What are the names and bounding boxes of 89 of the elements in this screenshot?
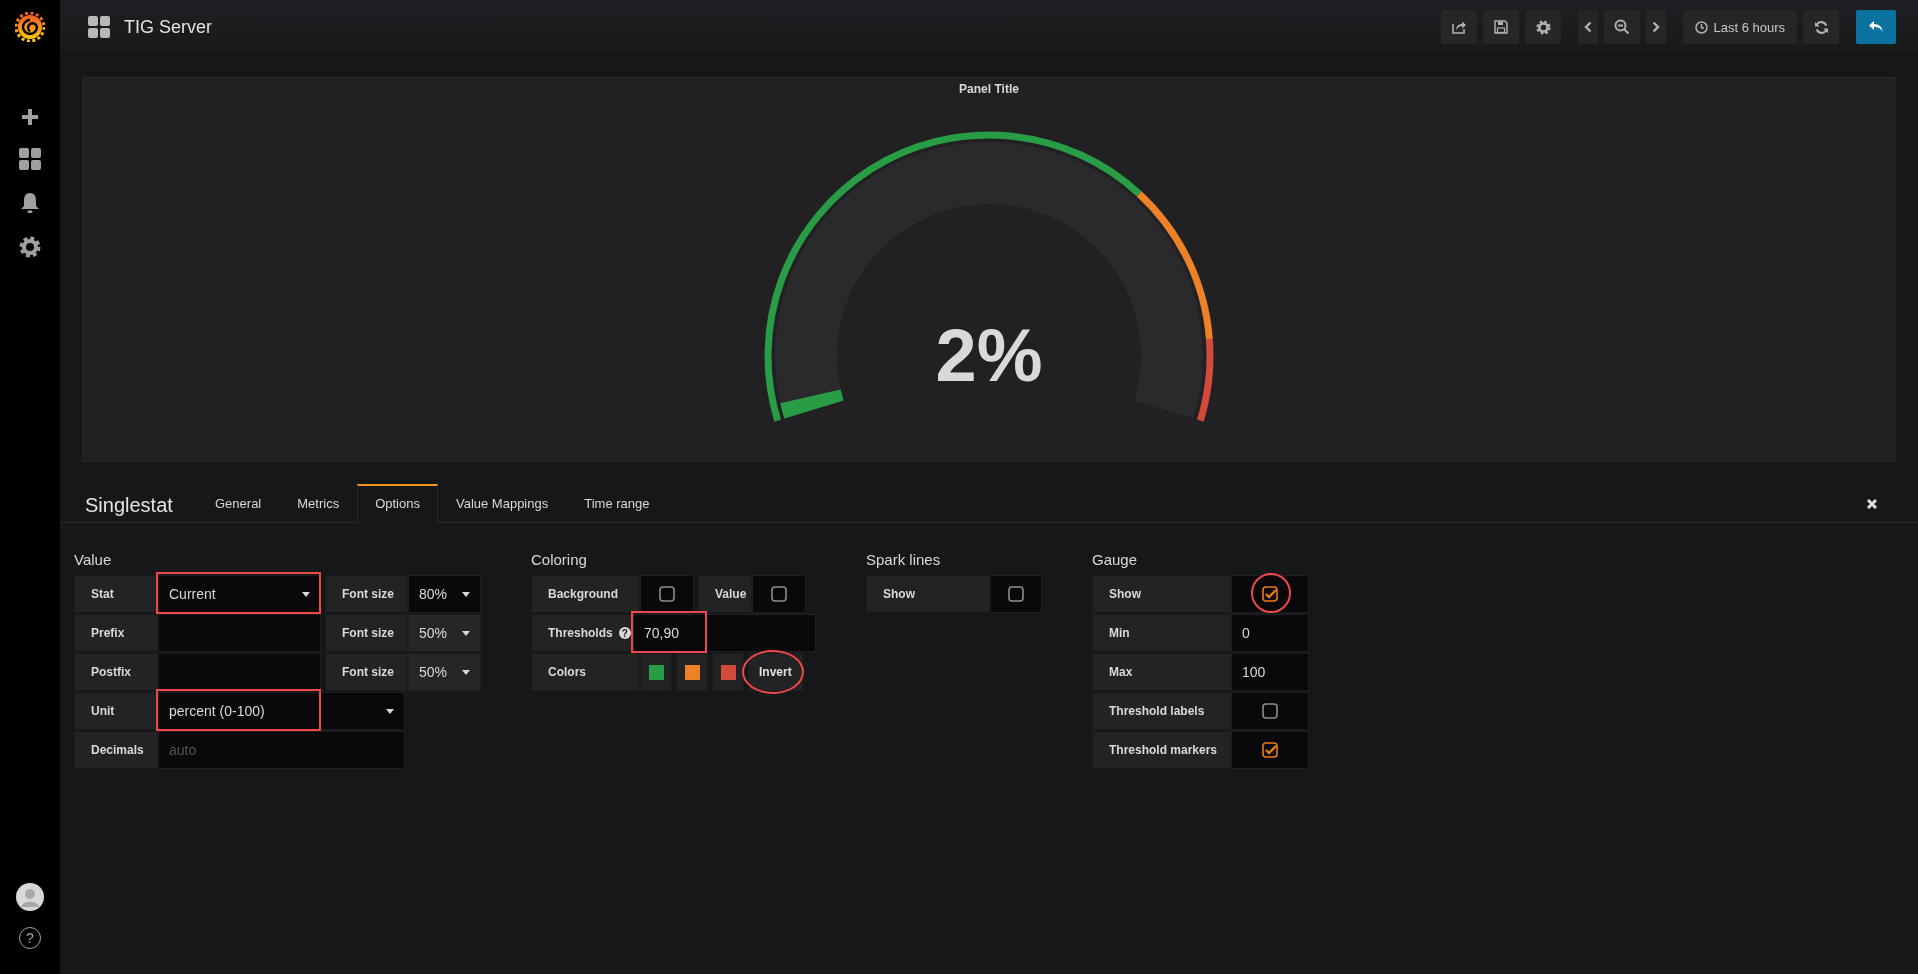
refresh-icon <box>1813 19 1829 35</box>
editor-title: Singlestat <box>85 494 174 517</box>
checkbox-icon[interactable] <box>771 586 787 602</box>
editor-tab[interactable]: Metrics <box>279 484 358 523</box>
color-swatch[interactable] <box>684 664 700 680</box>
input-field[interactable]: auto <box>158 731 405 769</box>
chevron-left-icon <box>1584 21 1593 33</box>
dropdown-field[interactable]: 50% <box>408 614 481 652</box>
field-label: Font size <box>325 575 408 613</box>
checkbox-icon[interactable] <box>1262 703 1278 719</box>
dropdown-field[interactable]: 50% <box>408 653 481 691</box>
field-label: Font size <box>325 653 408 691</box>
caret-icon <box>302 591 310 597</box>
chevron-right-icon <box>1652 21 1661 33</box>
field-label: Threshold markers <box>1092 731 1231 769</box>
color-swatch[interactable] <box>720 664 736 680</box>
input-field[interactable]: 100 <box>1231 653 1309 691</box>
logo-icon[interactable] <box>15 12 45 42</box>
field-label: Background <box>531 575 640 613</box>
section-heading: Spark lines <box>866 551 942 568</box>
editor-tab[interactable]: Options <box>357 484 438 523</box>
checkbox-field[interactable] <box>1231 692 1309 730</box>
section-heading: Coloring <box>531 551 588 568</box>
field-label: Min <box>1092 614 1231 652</box>
back-button[interactable] <box>1856 10 1896 44</box>
input-field[interactable] <box>158 614 321 652</box>
section-heading: Gauge <box>1092 551 1139 568</box>
previous-button[interactable] <box>1578 10 1599 44</box>
clock-icon <box>1695 20 1709 34</box>
checkbox-field[interactable] <box>640 575 694 613</box>
zoom-out-button[interactable] <box>1604 10 1641 44</box>
field-label: Value <box>698 575 752 613</box>
color-swatch[interactable] <box>648 664 664 680</box>
editor-tab[interactable]: Value Mappings <box>437 484 567 523</box>
checkbox-icon[interactable] <box>1262 742 1278 758</box>
settings-button[interactable] <box>1525 10 1562 44</box>
section-heading: Value <box>74 551 113 568</box>
field-label: Show <box>1092 575 1231 613</box>
checkbox-icon[interactable] <box>1262 586 1278 602</box>
field-label: Thresholds <box>548 626 613 640</box>
help-icon[interactable]: ? <box>618 627 631 639</box>
editor-tab[interactable]: Time range <box>566 484 668 523</box>
dashboard-grid-icon <box>88 16 110 38</box>
checkbox-icon[interactable] <box>1008 586 1024 602</box>
close-icon[interactable] <box>1866 497 1878 510</box>
caret-icon <box>462 669 470 675</box>
caret-icon <box>462 591 470 597</box>
field-label: Stat <box>74 575 158 613</box>
field-label: Font size <box>325 614 408 652</box>
panel-title[interactable]: Panel Title <box>959 82 1019 96</box>
editor-tab[interactable]: General <box>197 484 280 523</box>
dropdown-field[interactable]: 80% <box>408 575 481 613</box>
avatar-icon[interactable] <box>16 883 44 911</box>
plus-icon[interactable] <box>21 108 39 126</box>
checkbox-field[interactable] <box>1231 731 1309 769</box>
invert-button[interactable]: Invert <box>748 653 803 691</box>
time-range-button[interactable]: Last 6 hours <box>1683 10 1797 44</box>
field-label: Threshold labels <box>1092 692 1231 730</box>
bell-icon[interactable] <box>20 192 40 214</box>
checkbox-field[interactable] <box>1231 575 1309 613</box>
input-field[interactable]: 70,90 <box>633 614 816 652</box>
save-button[interactable] <box>1483 10 1520 44</box>
checkbox-field[interactable] <box>990 575 1042 613</box>
stat-value: 2% <box>934 319 1044 393</box>
caret-icon <box>462 630 470 636</box>
share-icon <box>1451 20 1467 34</box>
caret-icon <box>386 708 394 714</box>
grid-icon[interactable] <box>19 148 41 170</box>
checkbox-field[interactable] <box>752 575 806 613</box>
settings-icon[interactable] <box>19 236 41 258</box>
refresh-button[interactable] <box>1803 10 1839 44</box>
save-icon <box>1494 20 1509 34</box>
field-label: Decimals <box>74 731 158 769</box>
field-label: Show <box>866 575 990 613</box>
dropdown-field[interactable]: percent (0-100) <box>158 692 405 730</box>
field-label: Max <box>1092 653 1231 691</box>
settings-icon <box>1535 19 1551 35</box>
checkbox-icon[interactable] <box>659 586 675 602</box>
field-label: Unit <box>74 692 158 730</box>
next-button[interactable] <box>1646 10 1667 44</box>
dropdown-field[interactable]: Current <box>158 575 321 613</box>
input-field[interactable] <box>158 653 321 691</box>
field-label: Colors <box>531 653 640 691</box>
dashboard-title[interactable]: TIG Server <box>124 16 212 38</box>
zoom-out-icon <box>1614 19 1631 35</box>
field-label: Prefix <box>74 614 158 652</box>
share-button[interactable] <box>1441 10 1478 44</box>
input-field[interactable]: 0 <box>1231 614 1309 652</box>
field-label: Postfix <box>74 653 158 691</box>
